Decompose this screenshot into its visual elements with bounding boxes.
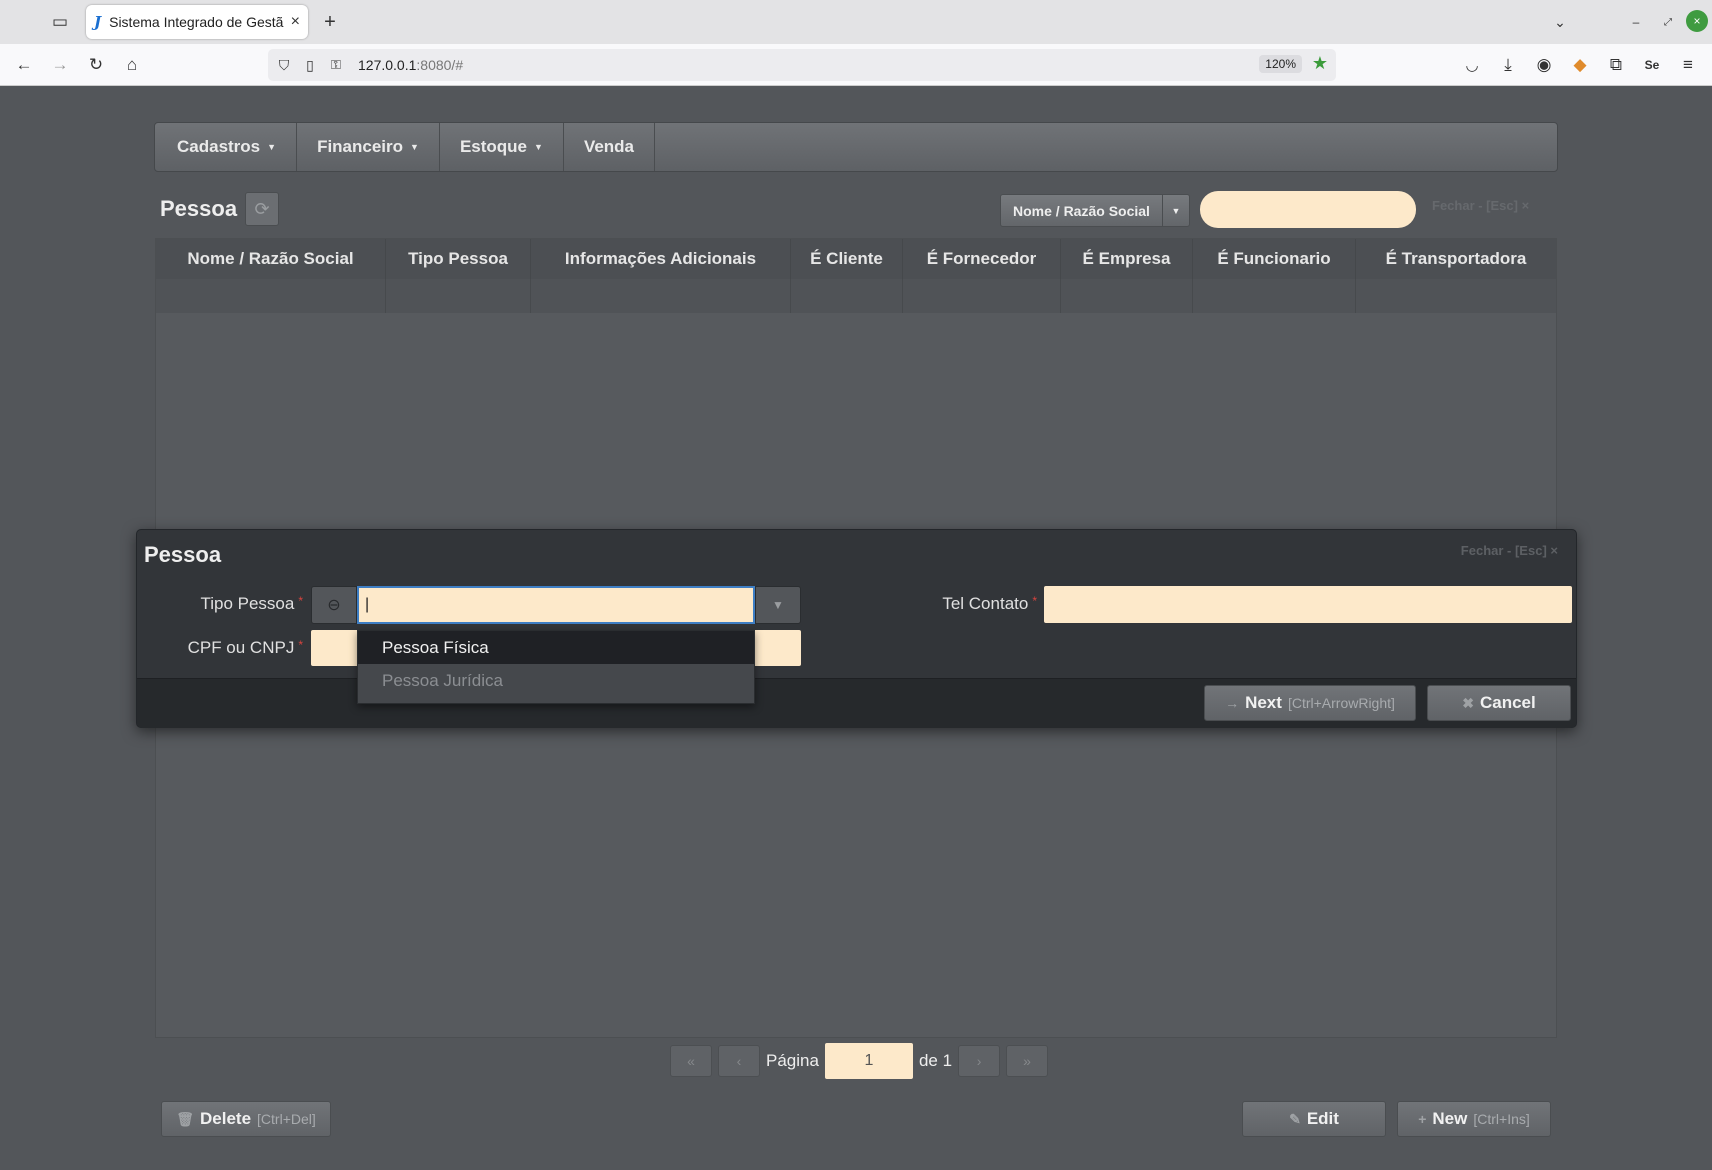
close-page-link[interactable]: Fechar - [Esc] × <box>1432 198 1529 213</box>
page-number-input[interactable] <box>824 1043 913 1079</box>
reload-icon[interactable]: ↻ <box>84 53 108 77</box>
last-page-icon[interactable]: » <box>1006 1045 1049 1077</box>
column-header[interactable]: É Cliente <box>791 239 903 279</box>
close-tab-icon[interactable]: × <box>291 13 300 31</box>
prev-page-icon[interactable]: ‹ <box>718 1045 760 1077</box>
modal-title: Pessoa <box>144 542 222 567</box>
main-menu-bar: Cadastros ▼ Financeiro ▼ Estoque ▼ Venda <box>154 122 1558 172</box>
pagination: « ‹ Página de 1 › » <box>670 1043 1049 1079</box>
grid-header: Nome / Razão Social Tipo Pessoa Informaç… <box>156 239 1556 279</box>
close-window-icon[interactable]: × <box>1686 10 1708 32</box>
zoom-badge[interactable]: 120% <box>1259 55 1302 73</box>
delete-button[interactable]: 🗑 Delete [Ctrl+Del] <box>161 1101 331 1137</box>
close-x-icon: × <box>1550 543 1558 558</box>
menu-financeiro[interactable]: Financeiro ▼ <box>297 123 440 171</box>
tipo-pessoa-label: Tipo Pessoa * <box>200 594 303 613</box>
minimize-icon[interactable]: – <box>1624 10 1648 34</box>
url-bar[interactable]: ⛉ ▯ ⚿ 127.0.0.1:8080/# 120% ★ <box>268 49 1336 81</box>
favicon-icon: J <box>94 13 102 31</box>
column-header[interactable]: É Funcionario <box>1193 239 1356 279</box>
extension-fox-icon[interactable]: ◆ <box>1568 53 1592 77</box>
next-button[interactable]: → Next [Ctrl+ArrowRight] <box>1204 685 1416 721</box>
search-field-label: Nome / Razão Social <box>1001 195 1163 226</box>
tel-contato-field[interactable] <box>1044 586 1572 623</box>
caret-down-icon: ▼ <box>534 142 543 152</box>
download-icon[interactable]: ⤓ <box>1496 53 1520 77</box>
page-title: Pessoa <box>160 196 238 221</box>
menu-estoque[interactable]: Estoque ▼ <box>440 123 564 171</box>
edit-button[interactable]: ✎ Edit <box>1242 1101 1386 1137</box>
search-field-selector[interactable]: Nome / Razão Social ▼ <box>1000 194 1190 227</box>
caret-down-icon[interactable]: ▼ <box>1163 206 1189 216</box>
dropdown-option-pessoa-fisica[interactable]: Pessoa Física <box>358 631 754 664</box>
edit-check-icon: ✎ <box>1289 1110 1301 1127</box>
cancel-button[interactable]: ✖ Cancel <box>1427 685 1571 721</box>
column-header[interactable]: Tipo Pessoa <box>386 239 531 279</box>
column-header[interactable]: É Empresa <box>1061 239 1193 279</box>
column-header[interactable]: É Fornecedor <box>903 239 1061 279</box>
trash-icon: 🗑 <box>176 1110 194 1127</box>
page-label: Página <box>766 1051 819 1070</box>
tipo-pessoa-combobox[interactable] <box>357 586 755 624</box>
page-total-label: de 1 <box>918 1051 953 1070</box>
menu-cadastros[interactable]: Cadastros ▼ <box>157 123 298 171</box>
extensions-icon[interactable]: ⧉ <box>1604 53 1628 77</box>
tel-contato-label: Tel Contato * <box>942 594 1037 613</box>
home-icon[interactable]: ⌂ <box>120 53 144 77</box>
refresh-icon[interactable]: ⟳ <box>245 192 280 226</box>
required-mark: * <box>1032 594 1037 608</box>
url-text: 127.0.0.1:8080/# <box>358 57 464 73</box>
page-icon: ▯ <box>306 56 314 73</box>
shield-icon[interactable]: ⛉ <box>274 55 294 75</box>
search-input[interactable] <box>1200 191 1416 228</box>
menu-icon[interactable]: ≡ <box>1676 53 1700 77</box>
cancel-x-icon: ✖ <box>1462 694 1474 711</box>
new-tab-icon[interactable]: + <box>318 10 342 34</box>
required-mark: * <box>298 638 303 652</box>
connection-icon[interactable]: ⚿ <box>326 55 346 75</box>
column-header[interactable]: É Transportadora <box>1356 239 1556 279</box>
required-mark: * <box>298 594 303 608</box>
modal-footer: → Next [Ctrl+ArrowRight] ✖ Cancel <box>137 678 1576 728</box>
back-icon[interactable]: ← <box>12 53 36 77</box>
cpf-cnpj-label: CPF ou CNPJ * <box>187 638 303 657</box>
pessoa-modal: Pessoa Fechar - [Esc] × Tipo Pessoa* ⊖ ▼… <box>136 529 1577 728</box>
clear-icon[interactable]: ⊖ <box>311 586 357 624</box>
selenium-icon[interactable]: Se <box>1640 53 1664 77</box>
chevron-down-icon[interactable]: ⌄ <box>1548 10 1572 34</box>
close-modal-link[interactable]: Fechar - [Esc] × <box>1461 543 1558 558</box>
first-page-icon[interactable]: « <box>670 1045 712 1077</box>
plus-icon: + <box>1418 1111 1427 1127</box>
restore-icon[interactable]: ⤢ <box>1656 10 1680 34</box>
arrow-right-icon: → <box>1225 695 1240 711</box>
chevron-down-icon[interactable]: ▼ <box>755 586 801 624</box>
pocket-icon[interactable]: ◡ <box>1460 53 1484 77</box>
browser-nav-bar: ← → ↻ ⌂ ⛉ ▯ ⚿ 127.0.0.1:8080/# 120% ★ ◡ … <box>0 44 1712 86</box>
browser-tab-bar: ▭ J Sistema Integrado de Gestã × + ⌄ – ⤢… <box>0 0 1712 44</box>
forward-icon[interactable]: → <box>48 53 72 77</box>
tipo-pessoa-dropdown: Pessoa Física Pessoa Jurídica <box>357 630 755 704</box>
caret-down-icon: ▼ <box>410 142 419 152</box>
new-button[interactable]: + New [Ctrl+Ins] <box>1397 1101 1551 1137</box>
close-x-icon: × <box>1521 198 1530 213</box>
next-page-icon[interactable]: › <box>958 1045 1001 1077</box>
column-header[interactable]: Informações Adicionais <box>531 239 791 279</box>
tab-title: Sistema Integrado de Gestã <box>109 14 284 30</box>
browser-tab[interactable]: J Sistema Integrado de Gestã × <box>86 5 308 39</box>
account-icon[interactable]: ◉ <box>1532 53 1556 77</box>
page-header: Pessoa ⟳ <box>160 191 280 227</box>
column-header[interactable]: Nome / Razão Social <box>156 239 386 279</box>
menu-venda[interactable]: Venda <box>564 123 656 171</box>
dropdown-option-pessoa-juridica[interactable]: Pessoa Jurídica <box>358 664 754 697</box>
tab-list-icon[interactable]: ▭ <box>48 10 72 34</box>
bookmark-star-icon[interactable]: ★ <box>1312 53 1328 74</box>
table-row[interactable] <box>156 279 1556 313</box>
caret-down-icon: ▼ <box>267 142 277 152</box>
